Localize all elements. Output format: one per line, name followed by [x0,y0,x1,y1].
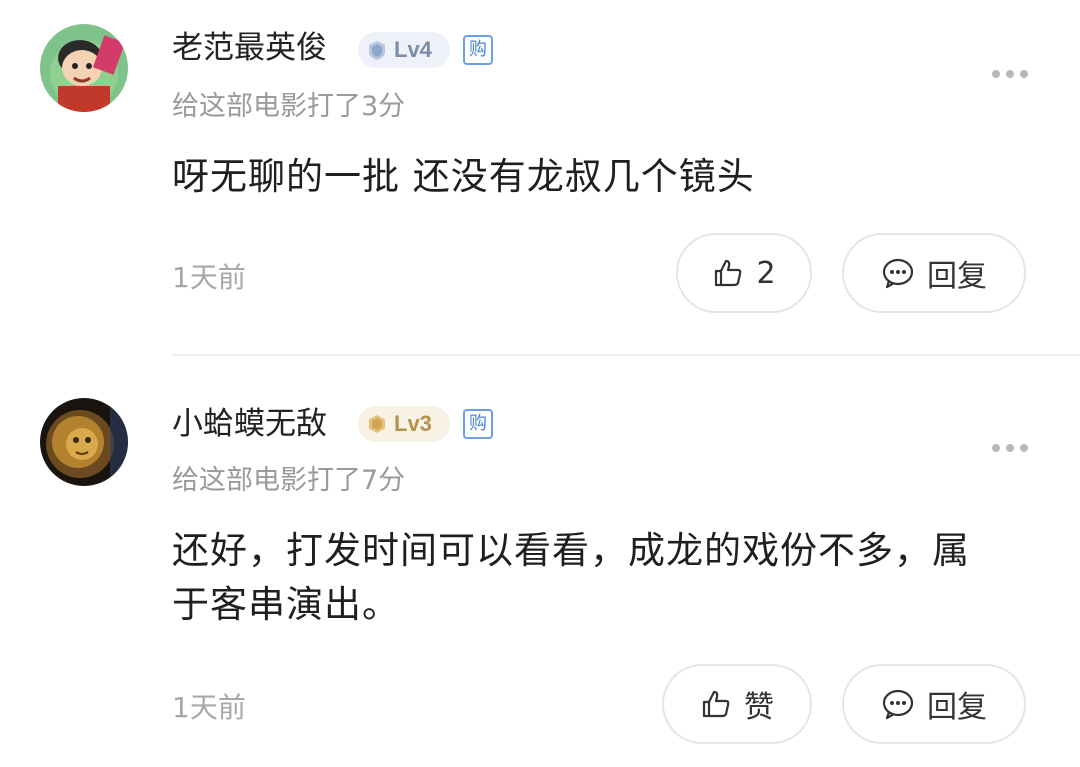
like-button[interactable]: 赞 [662,664,812,744]
level-badge: Lv3 [358,406,450,442]
like-label: 赞 [744,690,774,725]
thumbs-up-icon [702,690,730,718]
username[interactable]: 老范最英俊 [172,28,327,68]
like-button[interactable]: 2 [676,233,812,313]
comment-item: 小蛤蟆无敌 Lv3 购 给这部电影打了7分 还好，打发时间可以看看，成龙的戏份不… [0,356,1080,767]
reply-label: 回复 [927,259,987,294]
comment-text: 还好，打发时间可以看看，成龙的戏份不多，属于客串演出。 [172,529,970,626]
reply-label: 回复 [927,690,987,725]
rating-text: 给这部电影打了3分 [172,91,406,122]
cartoon-boy-avatar-icon [40,24,128,112]
level-hexagon-icon [369,415,385,433]
level-badge: Lv4 [358,32,450,68]
lion-avatar-icon [40,398,128,486]
timestamp: 1天前 [172,261,246,294]
reply-button[interactable]: 回复 [842,664,1026,744]
timestamp: 1天前 [172,691,246,724]
avatar[interactable] [40,398,128,486]
level-text: Lv3 [394,411,432,436]
level-text: Lv4 [394,37,432,62]
username[interactable]: 小蛤蟆无敌 [172,404,327,444]
comment-bubble-icon [882,689,914,720]
comment-text: 呀无聊的一批 还没有龙叔几个镜头 [172,155,755,198]
level-shield-icon [369,41,385,60]
avatar[interactable] [40,24,128,112]
thumbs-up-icon [715,259,742,287]
like-count: 2 [756,255,776,291]
more-dots-icon[interactable] [992,444,1028,452]
comment-item: 老范最英俊 Lv4 购 给这部电影打了3分 呀无聊的一批 还没有龙叔几个镜头 1… [0,0,1080,356]
reply-button[interactable]: 回复 [842,233,1026,313]
comment-bubble-icon [882,258,914,289]
rating-text: 给这部电影打了7分 [172,465,406,496]
more-dots-icon[interactable] [992,70,1028,78]
purchase-badge: 购 [463,35,493,65]
purchase-badge: 购 [463,409,493,439]
